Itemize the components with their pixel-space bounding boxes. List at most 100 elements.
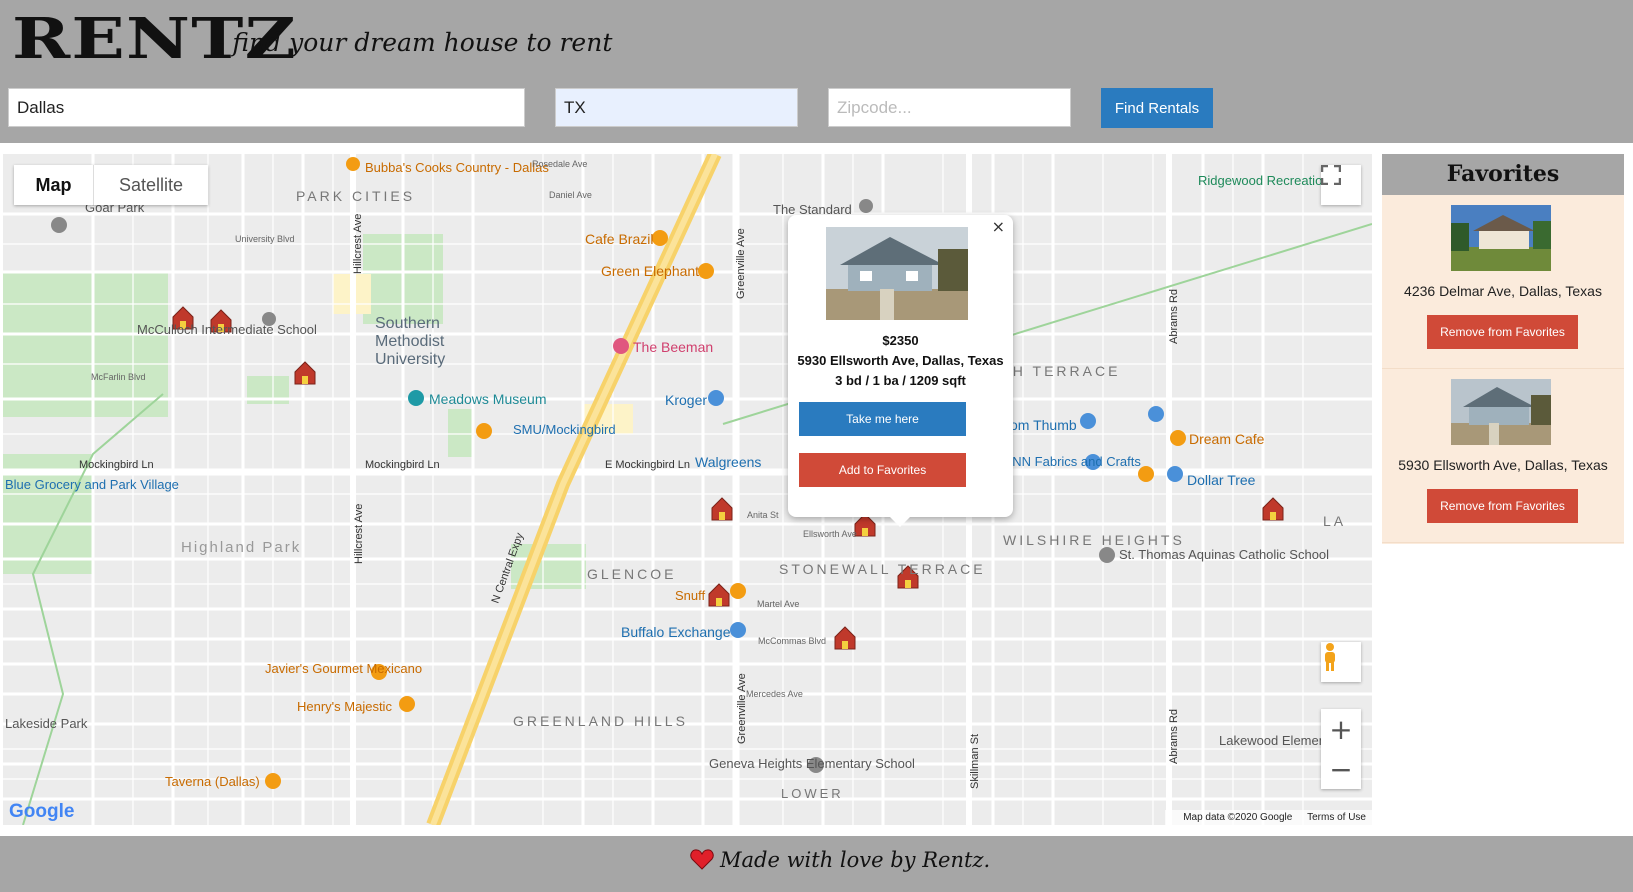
map-label-dream-cafe: Dream Cafe: [1189, 431, 1265, 447]
property-specs: 3 bd / 1 ba / 1209 sqft: [835, 373, 966, 388]
map-label-green-elephant: Green Elephant: [601, 263, 699, 279]
street-view-button[interactable]: [1321, 642, 1361, 682]
poi-pin-icon[interactable]: [730, 583, 746, 599]
poi-pin-icon[interactable]: [399, 696, 415, 712]
poi-pin-icon[interactable]: [698, 263, 714, 279]
map-label-rosedale: Rosedale Ave: [532, 159, 587, 169]
favorite-item: 4236 Delmar Ave, Dallas, Texas Remove fr…: [1382, 195, 1624, 369]
map-label-henrys: Henry's Majestic: [297, 699, 392, 714]
poi-pin-icon[interactable]: [730, 622, 746, 638]
poi-pin-icon[interactable]: [51, 217, 67, 233]
poi-pin-icon[interactable]: [1080, 413, 1096, 429]
map-label-hillcrest-2: Hillcrest Ave: [352, 214, 364, 274]
smu-line: University: [375, 351, 445, 368]
map-label-bubbas: Bubba's Cooks Country - Dallas: [365, 160, 549, 175]
map-label-ridgewood: Ridgewood Recreation: [1198, 173, 1330, 188]
map-label-mccommas: McCommas Blvd: [758, 636, 826, 646]
poi-pin-icon[interactable]: [613, 338, 629, 354]
favorite-address: 5930 Ellsworth Ave, Dallas, Texas: [1398, 457, 1608, 473]
fullscreen-icon: [1321, 165, 1341, 185]
poi-pin-icon[interactable]: [265, 773, 281, 789]
favorite-house-photo: [1451, 379, 1551, 445]
map-data-text: Map data ©2020 Google: [1183, 812, 1293, 823]
map-label-martel: Martel Ave: [757, 599, 799, 609]
map-label-mcculloch: McCulloch Intermediate School: [137, 322, 317, 337]
map-label-ellsworth: Ellsworth Ave: [803, 529, 857, 539]
poi-pin-icon[interactable]: [1167, 466, 1183, 482]
property-info-window: × $2350 5930 Ellsworth Ave, Dallas, Texa…: [788, 215, 1013, 527]
heart-icon: [690, 849, 714, 870]
city-input[interactable]: [8, 88, 525, 127]
map-label-park-cities: PARK CITIES: [296, 188, 415, 204]
map-label-anita: Anita St: [747, 510, 779, 520]
house-marker-icon[interactable]: [1262, 497, 1284, 521]
map-label-e-mockingbird: E Mockingbird Ln: [605, 459, 690, 471]
map-label-lakeside: Lakeside Park: [5, 716, 88, 731]
poi-pin-icon[interactable]: [476, 423, 492, 439]
poi-pin-icon[interactable]: [1170, 430, 1186, 446]
map-label-highland-park: Highland Park: [181, 539, 301, 556]
map-label-wilshire: WILSHIRE HEIGHTS: [1003, 532, 1185, 548]
zoom-out-icon[interactable]: −: [1321, 749, 1361, 789]
find-rentals-button[interactable]: Find Rentals: [1101, 88, 1213, 128]
poi-pin-icon[interactable]: [1099, 547, 1115, 563]
map-label-dollar-tree: Dollar Tree: [1187, 472, 1256, 488]
add-to-favorites-button[interactable]: Add to Favorites: [799, 453, 966, 487]
map-label-abrams-2: Abrams Rd: [1168, 289, 1180, 344]
house-marker-icon[interactable]: [294, 361, 316, 385]
map-label-daniel: Daniel Ave: [549, 190, 592, 200]
zoom-in-icon[interactable]: +: [1321, 709, 1361, 749]
poi-pin-icon[interactable]: [408, 390, 424, 406]
zipcode-input[interactable]: [828, 88, 1071, 127]
map-label-walgreens: Walgreens: [695, 454, 761, 470]
park-area: [448, 409, 474, 457]
map-label-kroger: Kroger: [665, 392, 707, 408]
map-label-stonewall: STONEWALL TERRACE: [779, 561, 986, 577]
map-label-university: University Blvd: [235, 234, 295, 244]
house-marker-icon[interactable]: [834, 626, 856, 650]
footer-text: Made with love by Rentz.: [720, 848, 991, 872]
poi-pin-icon[interactable]: [652, 230, 668, 246]
map-label-st-thomas: St. Thomas Aquinas Catholic School: [1119, 547, 1329, 562]
property-photo: [826, 227, 968, 320]
map-label-the-beeman: The Beeman: [633, 339, 713, 355]
map-label-greenville: Greenville Ave: [736, 673, 748, 744]
favorites-title: Favorites: [1382, 154, 1624, 195]
close-icon[interactable]: ×: [992, 217, 1005, 236]
map-label-greenville-2: Greenville Ave: [735, 228, 747, 299]
remove-favorite-button[interactable]: Remove from Favorites: [1427, 315, 1578, 349]
favorite-item: 5930 Ellsworth Ave, Dallas, Texas Remove…: [1382, 369, 1624, 543]
favorites-panel: Favorites 4236 Delmar Ave, Dallas, Texas…: [1382, 154, 1624, 544]
poi-pin-icon[interactable]: [708, 390, 724, 406]
map-type-map-button[interactable]: Map: [14, 165, 94, 205]
footer: Made with love by Rentz.: [0, 836, 1633, 892]
fullscreen-button[interactable]: [1321, 165, 1361, 205]
map-label-blue-grocery: Blue Grocery and Park Village: [5, 477, 179, 492]
map-canvas[interactable]: PARK CITIES Southern Methodist University …: [3, 154, 1372, 825]
map-label-mcfarlin: McFarlin Blvd: [91, 372, 146, 382]
terms-link[interactable]: Terms of Use: [1307, 812, 1366, 823]
google-logo: Google: [9, 801, 75, 822]
property-address: 5930 Ellsworth Ave, Dallas, Texas: [797, 353, 1004, 368]
house-marker-icon[interactable]: [708, 583, 730, 607]
take-me-here-button[interactable]: Take me here: [799, 402, 966, 436]
house-marker-icon[interactable]: [854, 513, 876, 537]
state-input[interactable]: [555, 88, 798, 127]
park-area: [3, 272, 168, 417]
map-type-satellite-button[interactable]: Satellite: [94, 165, 208, 205]
pegman-icon: [1325, 643, 1335, 671]
map-label-skillman: Skillman St: [969, 734, 981, 789]
map-label-javiers: Javier's Gourmet Mexicano: [265, 661, 422, 676]
poi-pin-icon[interactable]: [859, 199, 873, 213]
map-label-hillcrest: Hillcrest Ave: [353, 504, 365, 564]
map-label-lower: LOWER: [781, 786, 844, 801]
map-label-taverna: Taverna (Dallas): [165, 774, 260, 789]
map-label-cafe-brazil: Cafe Brazil: [585, 231, 653, 247]
map[interactable]: PARK CITIES Southern Methodist University …: [3, 154, 1372, 825]
poi-pin-icon[interactable]: [346, 157, 360, 171]
house-marker-icon[interactable]: [711, 497, 733, 521]
poi-pin-icon[interactable]: [1148, 406, 1164, 422]
map-label-la: LA: [1323, 513, 1346, 529]
remove-favorite-button[interactable]: Remove from Favorites: [1427, 489, 1578, 523]
map-label-tom-thumb: Tom Thumb: [1003, 417, 1077, 433]
